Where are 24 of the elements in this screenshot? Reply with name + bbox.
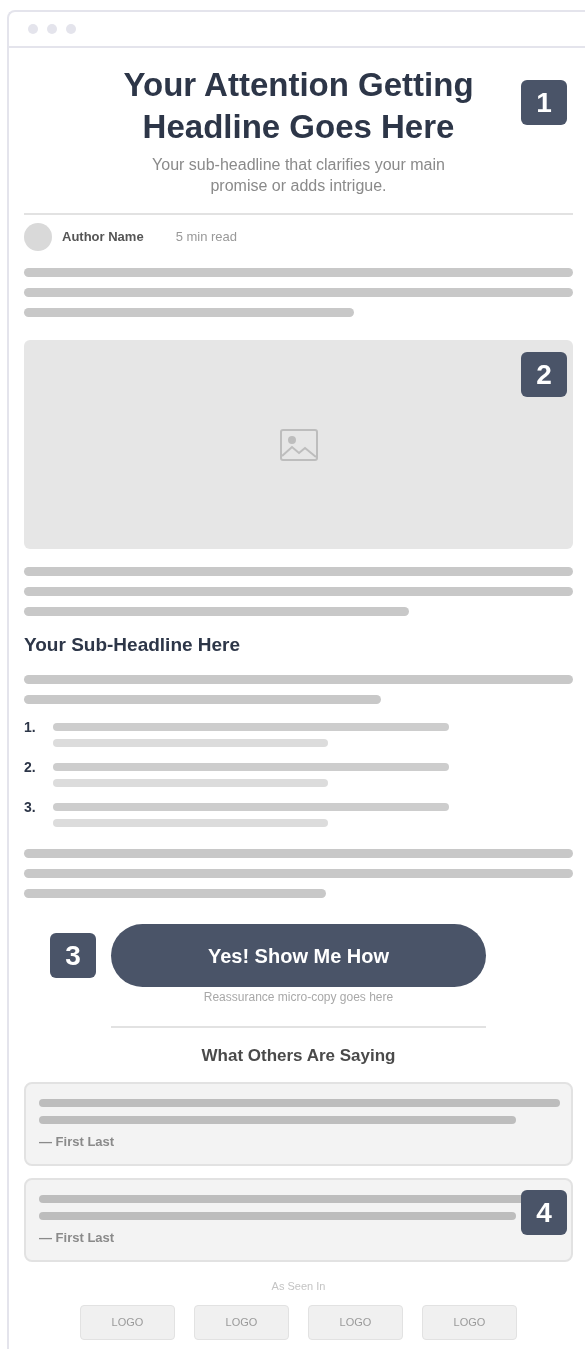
testimonial-author: — First Last	[39, 1134, 116, 1150]
cta-button[interactable]: Yes! Show Me How	[111, 924, 486, 987]
list-number: 2.	[24, 759, 37, 777]
reassurance-text: Reassurance micro-copy goes here	[202, 990, 395, 1004]
avatar	[24, 223, 52, 251]
testimonial-author: — First Last	[39, 1230, 116, 1246]
headline: Your Attention Getting Headline Goes Here	[122, 65, 475, 147]
list-number: 3.	[24, 799, 37, 817]
annotation-badge: 2	[521, 352, 567, 397]
logo-text: LOGO	[453, 1315, 486, 1331]
logo-text: LOGO	[111, 1315, 144, 1331]
logo-text: LOGO	[225, 1315, 258, 1331]
as-seen-in-label: As Seen In	[270, 1280, 327, 1293]
logo-text: LOGO	[339, 1315, 372, 1331]
author-name: Author Name	[62, 228, 144, 247]
annotation-badge: 4	[521, 1190, 567, 1235]
section-heading: Your Sub-Headline Here	[24, 633, 242, 657]
sub-headline: Your sub-headline that clarifies your main promise or adds intrigue.	[151, 155, 446, 196]
testimonials-heading: What Others Are Saying	[200, 1045, 397, 1067]
read-time: 5 min read	[175, 228, 238, 247]
annotation-badge: 1	[521, 80, 567, 125]
annotation-badge: 3	[50, 933, 96, 978]
image-icon	[279, 428, 318, 461]
list-number: 1.	[24, 719, 37, 737]
